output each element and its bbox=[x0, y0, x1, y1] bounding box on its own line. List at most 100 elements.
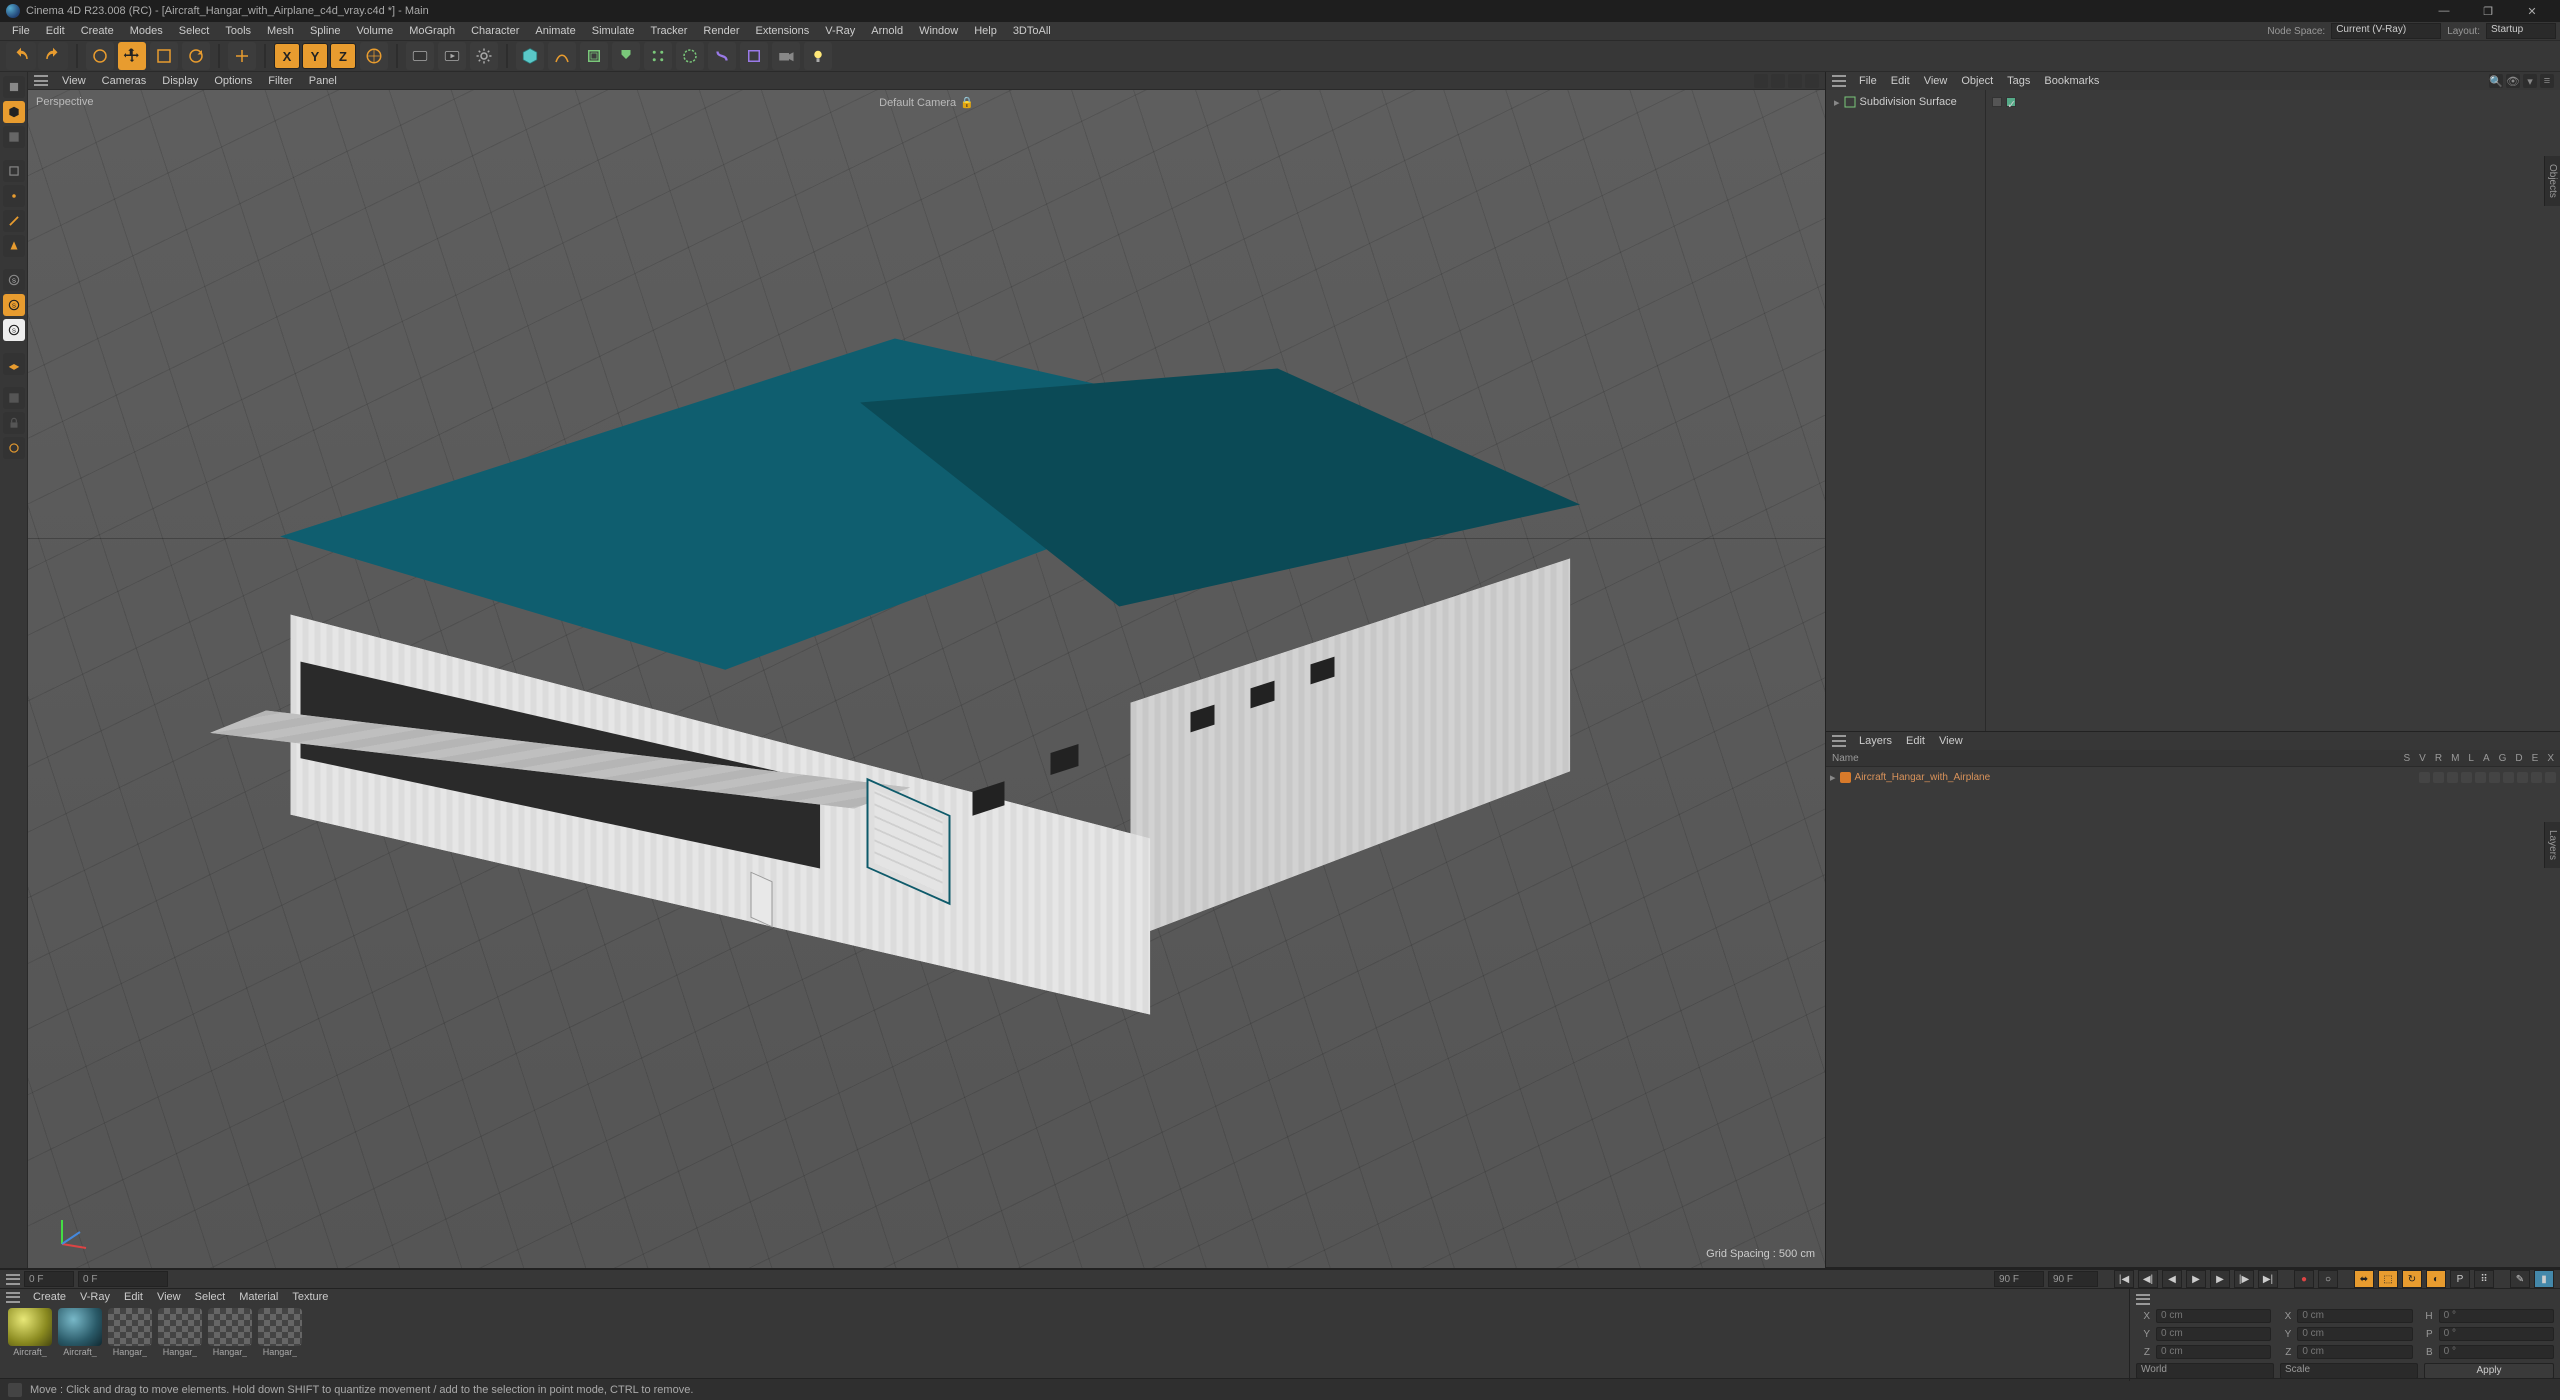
render-settings-button[interactable] bbox=[470, 42, 498, 70]
key-pla-toggle[interactable]: P bbox=[2450, 1270, 2470, 1288]
enable-axis-button[interactable]: S bbox=[3, 269, 25, 291]
render-pv-button[interactable] bbox=[438, 42, 466, 70]
vp-nav-orbit-icon[interactable] bbox=[1788, 74, 1802, 88]
prev-key-button[interactable]: ◀| bbox=[2138, 1270, 2158, 1288]
vp-menu-view[interactable]: View bbox=[54, 75, 94, 87]
layer-anim-toggle[interactable] bbox=[2489, 772, 2500, 783]
om-menu-object[interactable]: Object bbox=[1954, 75, 2000, 87]
menu-3dtoall[interactable]: 3DToAll bbox=[1005, 22, 1059, 40]
coord-size-y[interactable]: 0 cm bbox=[2297, 1327, 2412, 1341]
viewport-3d[interactable]: Perspective Default Camera🔒 Grid Spacing… bbox=[28, 90, 1825, 1268]
rotate-tool[interactable] bbox=[182, 42, 210, 70]
window-minimize-button[interactable]: — bbox=[2422, 0, 2466, 22]
key-mode-button[interactable]: ▮ bbox=[2534, 1270, 2554, 1288]
om-menu-file[interactable]: File bbox=[1852, 75, 1884, 87]
scale-tool[interactable] bbox=[150, 42, 178, 70]
key-pos-toggle[interactable]: ⬌ bbox=[2354, 1270, 2374, 1288]
coord-mode-select[interactable]: World bbox=[2136, 1363, 2274, 1379]
coord-rot-h[interactable]: 0 ° bbox=[2439, 1309, 2554, 1323]
mat-menu-select[interactable]: Select bbox=[188, 1291, 233, 1303]
camera-button[interactable] bbox=[772, 42, 800, 70]
expand-icon[interactable]: ▸ bbox=[1834, 96, 1840, 109]
om-burger-icon[interactable] bbox=[1832, 75, 1846, 87]
node-space-select[interactable]: Current (V-Ray) bbox=[2331, 23, 2441, 39]
viewport-burger-icon[interactable] bbox=[34, 75, 48, 86]
move-tool[interactable] bbox=[118, 42, 146, 70]
menu-window[interactable]: Window bbox=[911, 22, 966, 40]
window-maximize-button[interactable]: ❐ bbox=[2466, 0, 2510, 22]
model-mode-button[interactable] bbox=[3, 101, 25, 123]
redo-button[interactable] bbox=[38, 42, 68, 70]
field-button[interactable] bbox=[676, 42, 704, 70]
vp-menu-panel[interactable]: Panel bbox=[301, 75, 345, 87]
layers-menu-layers[interactable]: Layers bbox=[1852, 735, 1899, 747]
layers-menu-view[interactable]: View bbox=[1932, 735, 1970, 747]
menu-character[interactable]: Character bbox=[463, 22, 527, 40]
material-grid[interactable]: Aircraft_ Aircraft_ Hangar_ Hangar_ Hang… bbox=[0, 1305, 2129, 1381]
om-filter-icon[interactable]: ▾ bbox=[2523, 74, 2537, 88]
vp-menu-cameras[interactable]: Cameras bbox=[94, 75, 155, 87]
make-editable-button[interactable] bbox=[3, 76, 25, 98]
edge-mode-button[interactable] bbox=[3, 210, 25, 232]
om-menu-edit[interactable]: Edit bbox=[1884, 75, 1917, 87]
menu-edit[interactable]: Edit bbox=[38, 22, 73, 40]
point-mode-button[interactable] bbox=[3, 185, 25, 207]
pen-spline-button[interactable] bbox=[548, 42, 576, 70]
material-item[interactable]: Hangar_ bbox=[206, 1308, 254, 1357]
menu-help[interactable]: Help bbox=[966, 22, 1005, 40]
next-frame-button[interactable]: ▶ bbox=[2210, 1270, 2230, 1288]
material-item[interactable]: Hangar_ bbox=[106, 1308, 154, 1357]
vp-menu-display[interactable]: Display bbox=[154, 75, 206, 87]
vp-nav-toggle-icon[interactable] bbox=[1805, 74, 1819, 88]
coord-burger-icon[interactable] bbox=[2136, 1294, 2150, 1305]
layer-gen-toggle[interactable] bbox=[2503, 772, 2514, 783]
object-enable-toggle[interactable]: ✓ bbox=[2006, 97, 2016, 107]
coord-scale-select[interactable]: Scale bbox=[2280, 1363, 2418, 1379]
axis-y-toggle[interactable]: Y bbox=[302, 43, 328, 69]
layer-row[interactable]: ▸ Aircraft_Hangar_with_Airplane bbox=[1830, 769, 2556, 785]
goto-end-button[interactable]: ▶| bbox=[2258, 1270, 2278, 1288]
render-view-button[interactable] bbox=[406, 42, 434, 70]
object-mode-button[interactable] bbox=[3, 160, 25, 182]
goto-start-button[interactable]: |◀ bbox=[2114, 1270, 2134, 1288]
mat-menu-vray[interactable]: V-Ray bbox=[73, 1291, 117, 1303]
om-list-icon[interactable]: ≡ bbox=[2540, 74, 2554, 88]
object-visibility-editor-toggle[interactable] bbox=[1992, 97, 2002, 107]
om-menu-bookmarks[interactable]: Bookmarks bbox=[2037, 75, 2106, 87]
om-menu-tags[interactable]: Tags bbox=[2000, 75, 2037, 87]
om-search-icon[interactable]: 🔍 bbox=[2489, 74, 2503, 88]
key-scale-toggle[interactable]: ⬚ bbox=[2378, 1270, 2398, 1288]
material-item[interactable]: Aircraft_ bbox=[56, 1308, 104, 1357]
vp-nav-pan-icon[interactable] bbox=[1754, 74, 1768, 88]
object-tree[interactable]: ▸ Subdivision Surface ✓ bbox=[1826, 90, 2560, 731]
prev-frame-button[interactable]: ◀ bbox=[2162, 1270, 2182, 1288]
timeline-end-frame-2[interactable] bbox=[2048, 1271, 2098, 1287]
menu-select[interactable]: Select bbox=[171, 22, 218, 40]
cube-primitive-button[interactable] bbox=[516, 42, 544, 70]
menu-tools[interactable]: Tools bbox=[217, 22, 259, 40]
layer-manager-toggle[interactable] bbox=[2461, 772, 2472, 783]
live-select-tool[interactable] bbox=[86, 42, 114, 70]
layer-lock-toggle[interactable] bbox=[2475, 772, 2486, 783]
menu-simulate[interactable]: Simulate bbox=[584, 22, 643, 40]
mat-menu-view[interactable]: View bbox=[150, 1291, 188, 1303]
material-item[interactable]: Aircraft_ bbox=[6, 1308, 54, 1357]
coord-apply-button[interactable]: Apply bbox=[2424, 1363, 2554, 1379]
window-close-button[interactable]: ✕ bbox=[2510, 0, 2554, 22]
menu-mograph[interactable]: MoGraph bbox=[401, 22, 463, 40]
coord-pos-x[interactable]: 0 cm bbox=[2156, 1309, 2271, 1323]
viewport-solo-button[interactable] bbox=[3, 387, 25, 409]
locked-button[interactable] bbox=[3, 412, 25, 434]
key-dots-toggle[interactable]: ⠿ bbox=[2474, 1270, 2494, 1288]
subdivision-button[interactable] bbox=[580, 42, 608, 70]
next-key-button[interactable]: |▶ bbox=[2234, 1270, 2254, 1288]
record-button[interactable]: ● bbox=[2294, 1270, 2314, 1288]
menu-render[interactable]: Render bbox=[695, 22, 747, 40]
layers-burger-icon[interactable] bbox=[1832, 735, 1846, 747]
timeline-current-frame[interactable] bbox=[78, 1271, 168, 1287]
menu-tracker[interactable]: Tracker bbox=[643, 22, 696, 40]
mat-menu-edit[interactable]: Edit bbox=[117, 1291, 150, 1303]
expand-icon[interactable]: ▸ bbox=[1830, 771, 1836, 784]
workplane-button[interactable] bbox=[3, 353, 25, 375]
coord-system-toggle[interactable] bbox=[360, 42, 388, 70]
